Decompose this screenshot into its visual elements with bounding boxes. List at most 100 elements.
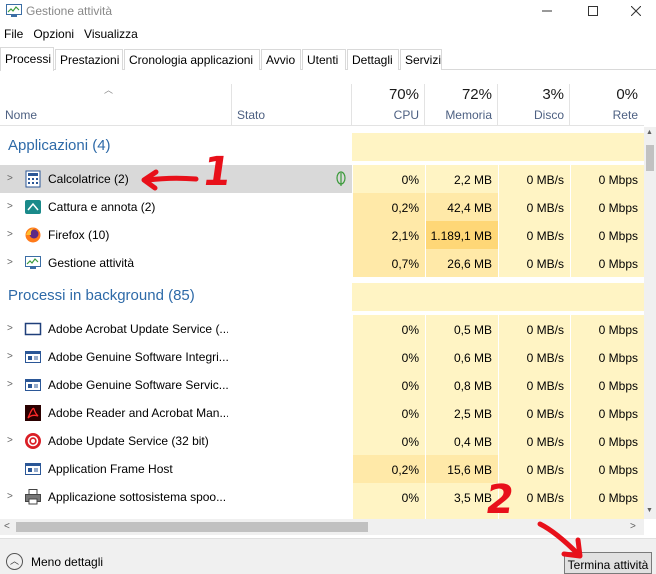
fewer-details-link[interactable]: Meno dettagli bbox=[31, 555, 103, 569]
disk-value: 0 MB/s bbox=[498, 221, 570, 249]
expand-icon[interactable]: > bbox=[7, 229, 13, 240]
cpu-value: 0% bbox=[352, 399, 425, 427]
memory-value: 2,2 MB bbox=[425, 165, 498, 193]
expand-icon[interactable]: > bbox=[7, 323, 13, 334]
adobe-cc-icon bbox=[25, 433, 41, 449]
table-row[interactable]: > Adobe Genuine Software Integri... 0% 0… bbox=[0, 343, 644, 371]
disk-total: 3% bbox=[542, 86, 564, 103]
column-disk[interactable]: 3% Disco bbox=[498, 72, 570, 126]
disk-value: 0 MB/s bbox=[498, 427, 570, 455]
table-row[interactable]: > Calcolatrice (2) 0% 2,2 MB 0 MB/s 0 Mb… bbox=[0, 165, 644, 193]
acrobat-icon bbox=[25, 405, 41, 421]
network-value: 0 Mbps bbox=[570, 221, 644, 249]
menu-file[interactable]: File bbox=[0, 24, 28, 44]
memory-label: Memoria bbox=[445, 108, 492, 122]
tab-performance[interactable]: Prestazioni bbox=[55, 49, 123, 70]
group-title: Applicazioni (4) bbox=[8, 137, 111, 154]
table-row[interactable]: > Applicazione sottosistema spoo... 0% 3… bbox=[0, 483, 644, 511]
service-app-icon bbox=[25, 379, 41, 391]
suspended-leaf-icon bbox=[336, 171, 346, 186]
horizontal-scroll-thumb[interactable] bbox=[16, 522, 368, 532]
column-name[interactable]: Nome bbox=[5, 108, 37, 122]
column-divider[interactable] bbox=[231, 84, 232, 126]
tab-startup[interactable]: Avvio bbox=[261, 49, 301, 70]
cpu-value: 0% bbox=[352, 371, 425, 399]
group-header-apps[interactable]: Applicazioni (4) bbox=[0, 133, 644, 161]
table-row[interactable]: > Firefox (10) 2,1% 1.189,1 MB 0 MB/s 0 … bbox=[0, 221, 644, 249]
collapse-details-icon[interactable]: ︿ bbox=[6, 553, 23, 570]
tab-bar: Processi Prestazioni Cronologia applicaz… bbox=[0, 47, 656, 71]
tab-details[interactable]: Dettagli bbox=[347, 49, 399, 70]
scroll-left-icon[interactable]: < bbox=[4, 521, 10, 532]
minimize-button[interactable] bbox=[524, 0, 570, 22]
column-memory[interactable]: 72% Memoria bbox=[425, 72, 498, 126]
scroll-right-icon[interactable]: > bbox=[630, 521, 636, 532]
table-row[interactable]: > Gestione attività 0,7% 26,6 MB 0 MB/s … bbox=[0, 249, 644, 277]
table-row[interactable]: Application Frame Host 0,2% 15,6 MB 0 MB… bbox=[0, 455, 644, 483]
memory-value: 0,4 MB bbox=[425, 427, 498, 455]
table-row[interactable]: Adobe Reader and Acrobat Man... 0% 2,5 M… bbox=[0, 399, 644, 427]
group-header-background[interactable]: Processi in background (85) bbox=[0, 283, 644, 311]
tab-processes[interactable]: Processi bbox=[0, 47, 54, 71]
table-row[interactable]: > Cattura e annota (2) 0,2% 42,4 MB 0 MB… bbox=[0, 193, 644, 221]
calculator-icon bbox=[25, 170, 41, 188]
column-status[interactable]: Stato bbox=[237, 108, 265, 122]
maximize-button[interactable] bbox=[570, 0, 616, 22]
heat-fill bbox=[352, 283, 644, 311]
disk-value: 0 MB/s bbox=[498, 193, 570, 221]
tab-app-history[interactable]: Cronologia applicazioni bbox=[124, 49, 260, 70]
process-name: Adobe Genuine Software Servic... bbox=[48, 378, 228, 392]
expand-icon[interactable]: > bbox=[7, 257, 13, 268]
task-manager-app-icon bbox=[6, 4, 22, 17]
table-row[interactable]: > Adobe Update Service (32 bit) 0% 0,4 M… bbox=[0, 427, 644, 455]
window-title: Gestione attività bbox=[26, 4, 113, 18]
network-value: 0 Mbps bbox=[570, 455, 644, 483]
tab-services[interactable]: Servizi bbox=[400, 49, 442, 70]
expand-icon[interactable]: > bbox=[7, 351, 13, 362]
column-cpu[interactable]: 70% CPU bbox=[352, 72, 425, 126]
network-value: 0 Mbps bbox=[570, 249, 644, 277]
expand-icon[interactable]: > bbox=[7, 201, 13, 212]
tab-users[interactable]: Utenti bbox=[302, 49, 346, 70]
cpu-value: 0,7% bbox=[352, 249, 425, 277]
process-name: Adobe Reader and Acrobat Man... bbox=[48, 406, 228, 420]
row-name-cell: > Gestione attività bbox=[0, 249, 352, 277]
minimize-icon bbox=[542, 10, 552, 12]
cpu-value: 0,2% bbox=[352, 193, 425, 221]
task-manager-icon bbox=[25, 256, 41, 269]
process-name: Applicazione sottosistema spoo... bbox=[48, 490, 227, 504]
network-total: 0% bbox=[616, 86, 638, 103]
row-name-cell: > Firefox (10) bbox=[0, 221, 352, 249]
menu-options[interactable]: Opzioni bbox=[28, 24, 79, 44]
memory-value: 15,6 MB bbox=[425, 455, 498, 483]
expand-icon[interactable]: > bbox=[7, 435, 13, 446]
table-row[interactable]: > Adobe Genuine Software Servic... 0% 0,… bbox=[0, 371, 644, 399]
memory-total: 72% bbox=[461, 86, 492, 103]
menu-bar: File Opzioni Visualizza bbox=[0, 24, 143, 44]
row-name-cell: > Adobe Acrobat Update Service (... bbox=[0, 315, 352, 343]
service-app-icon bbox=[25, 463, 41, 475]
expand-icon[interactable]: > bbox=[7, 173, 13, 184]
snip-sketch-icon bbox=[25, 200, 41, 214]
row-name-cell: > Adobe Genuine Software Integri... bbox=[0, 343, 352, 371]
vertical-scroll-thumb[interactable] bbox=[646, 145, 654, 171]
disk-label: Disco bbox=[533, 108, 564, 122]
menu-view[interactable]: Visualizza bbox=[79, 24, 143, 44]
disk-value: 0 MB/s bbox=[498, 371, 570, 399]
disk-value: 0 MB/s bbox=[498, 343, 570, 371]
table-row[interactable]: > Adobe Acrobat Update Service (... 0% 0… bbox=[0, 315, 644, 343]
close-button[interactable] bbox=[616, 0, 656, 22]
scroll-down-icon[interactable]: ▼ bbox=[646, 507, 653, 514]
memory-value: 2,5 MB bbox=[425, 399, 498, 427]
expand-icon[interactable]: > bbox=[7, 491, 13, 502]
memory-value: 0,6 MB bbox=[425, 343, 498, 371]
expand-icon[interactable]: > bbox=[7, 379, 13, 390]
disk-value: 0 MB/s bbox=[498, 399, 570, 427]
column-network[interactable]: 0% Rete bbox=[570, 72, 644, 126]
disk-value: 0 MB/s bbox=[498, 249, 570, 277]
network-value: 0 Mbps bbox=[570, 343, 644, 371]
vertical-scrollbar[interactable]: ▲ ▼ bbox=[644, 127, 656, 519]
disk-value: 0 MB/s bbox=[498, 315, 570, 343]
scroll-up-icon[interactable]: ▲ bbox=[646, 129, 653, 136]
row-name-cell: > Applicazione sottosistema spoo... bbox=[0, 483, 352, 511]
